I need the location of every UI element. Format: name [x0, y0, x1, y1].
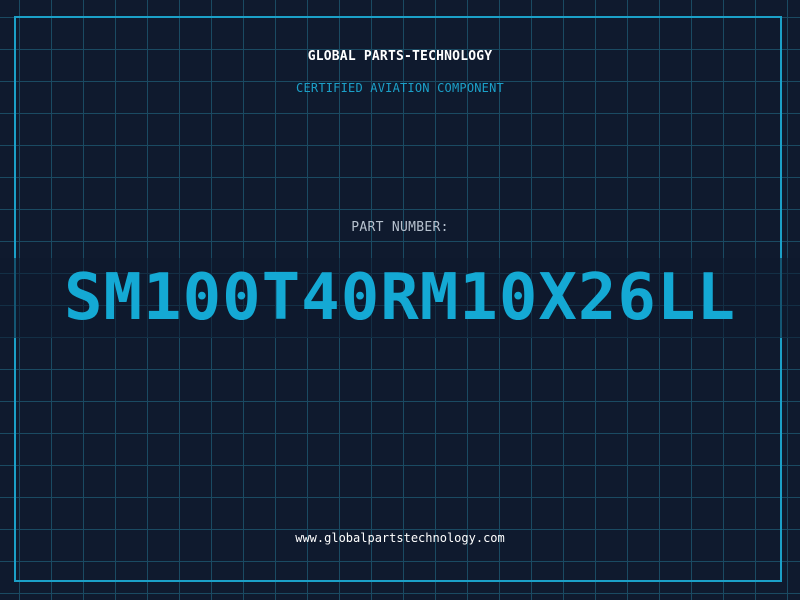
certificate-card: GLOBAL PARTS-TECHNOLOGY CERTIFIED AVIATI…: [0, 0, 800, 600]
website-url: www.globalpartstechnology.com: [295, 531, 505, 545]
part-number-label: PART NUMBER:: [351, 220, 449, 235]
certification-subtitle: CERTIFIED AVIATION COMPONENT: [296, 81, 504, 95]
company-name: GLOBAL PARTS-TECHNOLOGY: [307, 49, 493, 64]
part-number-value: SM100T40RM10X26LL: [63, 261, 737, 335]
